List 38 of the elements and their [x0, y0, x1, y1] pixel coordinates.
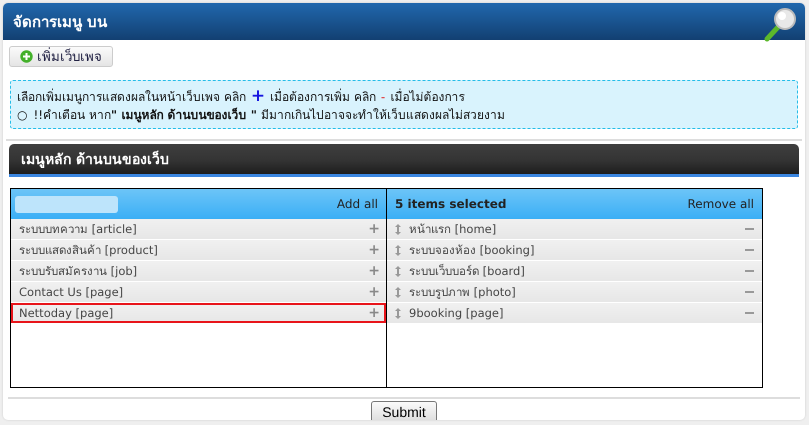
available-item[interactable]: ระบบรับสมัครงาน [job] + — [11, 261, 386, 281]
selected-item[interactable]: หน้าแรก [home] — [387, 219, 762, 239]
selected-count: 5 items selected — [395, 197, 506, 211]
available-item[interactable]: Nettoday [page] + — [11, 303, 386, 323]
drag-handle-icon[interactable] — [395, 266, 401, 276]
item-label: Contact Us [page] — [19, 285, 124, 299]
selected-item[interactable]: ระบบจองห้อง [booking] — [387, 240, 762, 260]
remove-all-link[interactable]: Remove all — [687, 197, 754, 211]
available-item[interactable]: Contact Us [page] + — [11, 282, 386, 302]
drag-handle-icon[interactable] — [395, 308, 401, 318]
add-all-link[interactable]: Add all — [336, 197, 378, 211]
section-header: เมนูหลัก ด้านบนของเว็บ — [9, 144, 799, 177]
item-label: Nettoday [page] — [19, 306, 114, 320]
selected-item[interactable]: ระบบเว็บบอร์ด [board] — [387, 261, 762, 281]
selected-item[interactable]: ระบบรูปภาพ [photo] — [387, 282, 762, 302]
warning-text: !!คำเตือน หาก" เมนูหลัก ด้านบนของเว็บ " มีมากเกินไปอาจจะทำให้เว็บแสดงผลไม่สวยงาม — [33, 108, 505, 122]
drag-handle-icon[interactable] — [395, 244, 401, 256]
item-label: ระบบจองห้อง [booking] — [409, 242, 536, 259]
submit-button[interactable]: Submit — [371, 401, 437, 420]
search-icon[interactable] — [763, 6, 797, 44]
item-label: ระบบเว็บบอร์ด [board] — [409, 262, 526, 280]
available-item[interactable]: ระบบบทความ [article] + — [11, 219, 386, 239]
add-webpage-button[interactable]: เพิ่มเว็บเพจ — [9, 46, 113, 67]
item-label: ระบบรูปภาพ [photo] — [409, 284, 517, 301]
item-label: 9booking [page] — [409, 306, 504, 320]
selected-item[interactable]: 9booking [page] — [387, 303, 762, 323]
item-label: หน้าแรก [home] — [409, 221, 498, 238]
item-label: ระบบแสดงสินค้า [product] — [19, 242, 159, 259]
available-item[interactable]: ระบบแสดงสินค้า [product] + — [11, 240, 386, 260]
add-icon — [20, 50, 33, 63]
drag-handle-icon[interactable] — [395, 224, 401, 234]
window-title: จัดการเมนู บน — [13, 12, 108, 34]
search-field[interactable] — [15, 196, 118, 212]
instruction-text: เลือกเพิ่มเมนูการแสดงผลในหน้าเว็บเพจ คลิก + เมื่อต้องการเพิ่ม คลิก - เมื่อไม่ต้องการ — [17, 87, 466, 106]
bullet-icon: ○ — [17, 108, 28, 122]
item-label: ระบบรับสมัครงาน [job] — [19, 263, 138, 280]
item-label: ระบบบทความ [article] — [19, 221, 138, 238]
drag-handle-icon[interactable] — [395, 286, 401, 298]
